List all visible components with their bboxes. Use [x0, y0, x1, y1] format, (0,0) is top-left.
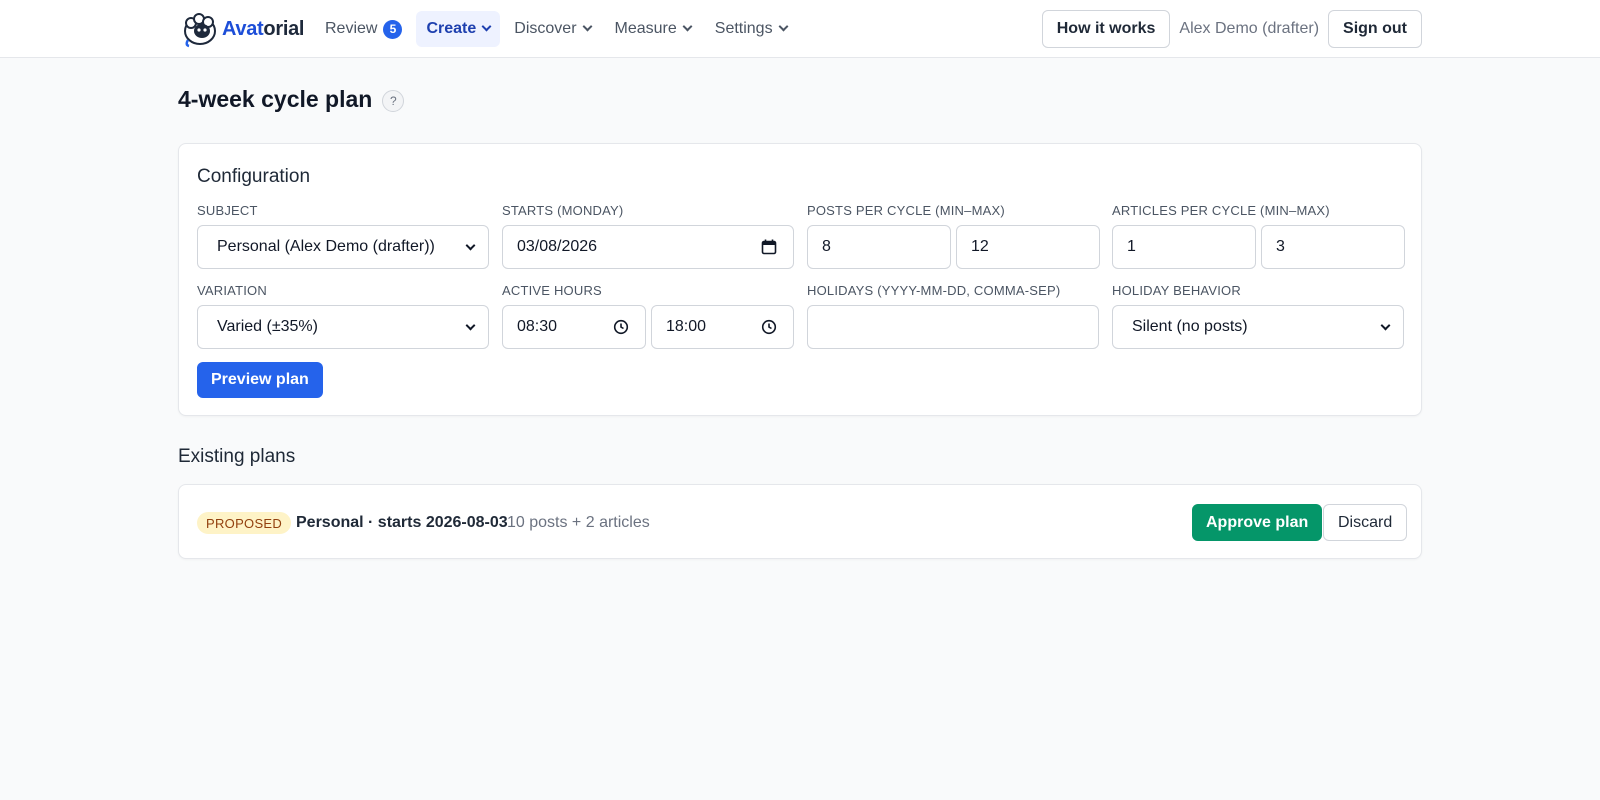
- review-count-badge: 5: [383, 19, 403, 39]
- nav-measure-label: Measure: [614, 20, 677, 37]
- page-title: 4-week cycle plan: [178, 86, 373, 112]
- help-icon[interactable]: ?: [382, 89, 405, 112]
- nav-create-label: Create: [426, 20, 477, 37]
- configuration-heading: Configuration: [197, 166, 311, 187]
- articles-min-input[interactable]: 1: [1112, 225, 1256, 269]
- nav-review[interactable]: Review 5: [315, 11, 412, 47]
- nav-discover-label: Discover: [514, 20, 577, 37]
- page-header: 4-week cycle plan ?: [178, 86, 405, 113]
- chevron-down-icon: [778, 21, 789, 32]
- clock-icon[interactable]: [613, 319, 629, 335]
- nav-discover[interactable]: Discover: [504, 11, 600, 47]
- chevron-down-icon: [465, 240, 476, 251]
- nav-review-label: Review: [325, 20, 378, 37]
- posts-max-value: 12: [971, 238, 989, 255]
- posts-max-input[interactable]: 12: [956, 225, 1100, 269]
- sheep-mascot-icon: [184, 13, 216, 48]
- articles-max-input[interactable]: 3: [1261, 225, 1405, 269]
- logo[interactable]: Avatorial: [182, 9, 304, 49]
- how-it-works-button[interactable]: How it works: [1041, 10, 1171, 48]
- header-actions: How it works Alex Demo (drafter) Sign ou…: [1041, 10, 1422, 48]
- sign-out-button[interactable]: Sign out: [1328, 10, 1422, 48]
- subject-value: Personal (Alex Demo (drafter)): [217, 238, 435, 255]
- chevron-down-icon: [1380, 320, 1391, 331]
- status-badge: PROPOSED: [197, 512, 292, 534]
- brand-name: Avatorial: [222, 17, 305, 40]
- articles-per-cycle-label: ARTICLES PER CYCLE (MIN–MAX): [1112, 203, 1330, 218]
- approve-plan-button[interactable]: Approve plan: [1192, 504, 1323, 541]
- holiday-behavior-value: Silent (no posts): [1132, 318, 1248, 335]
- configuration-card: Configuration SUBJECT STARTS (MONDAY) PO…: [178, 143, 1422, 416]
- starts-label: STARTS (MONDAY): [502, 203, 624, 218]
- discard-plan-button[interactable]: Discard: [1323, 504, 1408, 541]
- posts-per-cycle-label: POSTS PER CYCLE (MIN–MAX): [807, 203, 1005, 218]
- subject-select[interactable]: Personal (Alex Demo (drafter)): [197, 225, 489, 269]
- holidays-label: HOLIDAYS (YYYY-MM-DD, COMMA-SEP): [807, 283, 1061, 298]
- top-navbar: Avatorial Review 5 Create Discover Measu…: [0, 0, 1600, 58]
- holiday-behavior-label: HOLIDAY BEHAVIOR: [1112, 283, 1241, 298]
- plan-summary: 10 posts + 2 articles: [507, 514, 650, 531]
- current-user: Alex Demo (drafter): [1179, 20, 1320, 37]
- plan-row: PROPOSED Personal · starts 2026-08-03 10…: [178, 484, 1422, 559]
- posts-min-input[interactable]: 8: [807, 225, 951, 269]
- chevron-down-icon: [582, 21, 592, 32]
- nav-settings-label: Settings: [714, 20, 773, 37]
- start-date-input[interactable]: 03/08/2026: [502, 225, 794, 269]
- articles-max-value: 3: [1276, 238, 1285, 255]
- nav-measure[interactable]: Measure: [605, 11, 701, 47]
- chevron-down-icon: [682, 21, 693, 32]
- variation-select[interactable]: Varied (±35%): [197, 305, 489, 349]
- active-hours-end-value: 18:00: [666, 318, 707, 335]
- start-date-value: 03/08/2026: [517, 238, 598, 255]
- variation-label: VARIATION: [197, 283, 267, 298]
- posts-min-value: 8: [822, 238, 831, 255]
- nav-create[interactable]: Create: [416, 11, 501, 47]
- active-hours-label: ACTIVE HOURS: [502, 283, 602, 298]
- calendar-icon[interactable]: [761, 239, 777, 255]
- chevron-down-icon: [465, 320, 476, 331]
- active-hours-start-input[interactable]: 08:30: [502, 305, 646, 349]
- articles-min-value: 1: [1127, 238, 1136, 255]
- holiday-behavior-select[interactable]: Silent (no posts): [1112, 305, 1404, 349]
- plan-name: Personal · starts 2026-08-03: [296, 514, 508, 531]
- main-nav: Review 5 Create Discover Measure Setting…: [315, 11, 797, 47]
- active-hours-end-input[interactable]: 18:00: [651, 305, 794, 349]
- preview-plan-button[interactable]: Preview plan: [197, 362, 323, 398]
- existing-plans-heading: Existing plans: [178, 446, 296, 467]
- subject-label: SUBJECT: [197, 203, 258, 218]
- clock-icon[interactable]: [761, 319, 777, 335]
- nav-settings[interactable]: Settings: [705, 11, 797, 47]
- active-hours-start-value: 08:30: [517, 318, 558, 335]
- holidays-input[interactable]: [807, 305, 1099, 349]
- variation-value: Varied (±35%): [217, 318, 318, 335]
- chevron-down-icon: [481, 21, 492, 32]
